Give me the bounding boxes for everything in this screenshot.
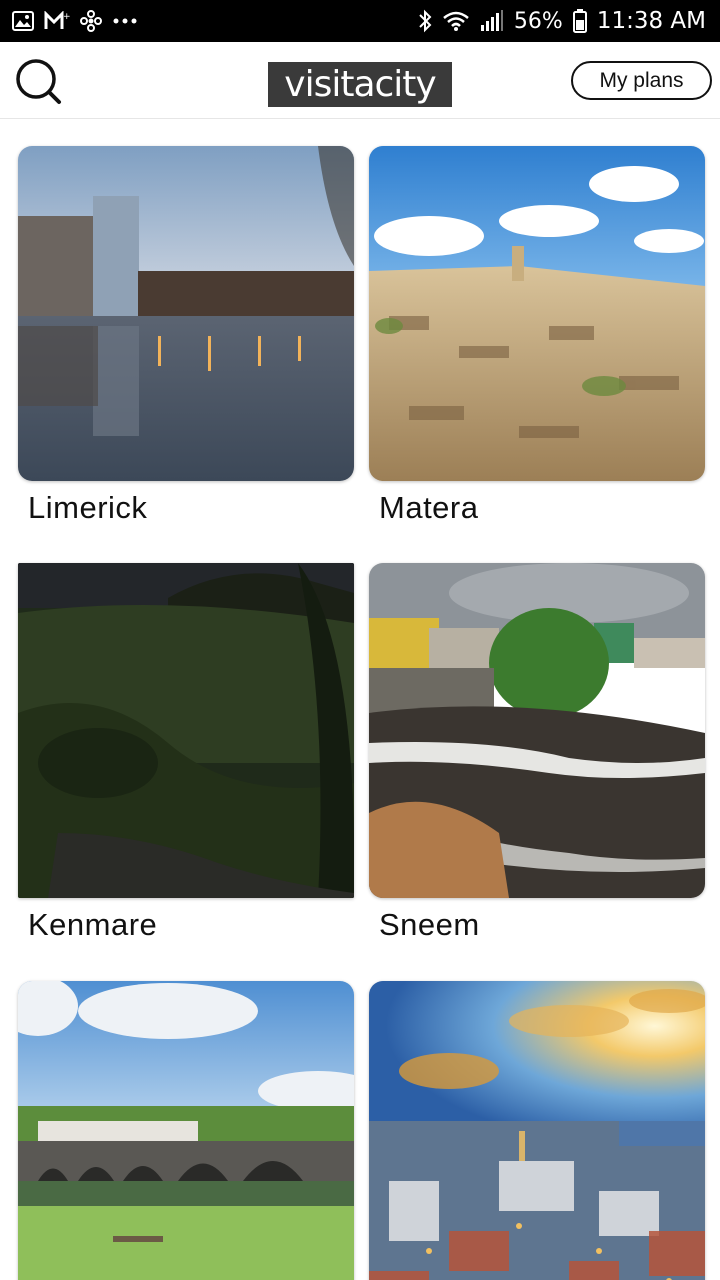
status-right-icons: 56% 11:38 AM: [418, 8, 706, 34]
city-image-matera: [369, 146, 705, 481]
battery-icon: [572, 9, 587, 33]
city-name-sneem: Sneem: [379, 907, 480, 942]
battery-percent: 56%: [513, 8, 563, 34]
clock-time: 11:38 AM: [596, 8, 706, 34]
city-card-sneem[interactable]: Sneem: [369, 563, 705, 942]
city-image-5: [18, 981, 354, 1280]
city-card-limerick[interactable]: Limerick: [18, 146, 354, 525]
city-image-kenmare: [18, 563, 354, 898]
city-card-matera[interactable]: Matera: [369, 146, 705, 525]
city-name-kenmare: Kenmare: [28, 907, 158, 942]
city-name-matera: Matera: [379, 490, 479, 525]
gallery-icon: [12, 11, 34, 31]
search-button[interactable]: [14, 58, 62, 106]
bluetooth-icon: [418, 9, 432, 33]
city-image-6: [369, 981, 705, 1280]
status-bar: + 56% 11:38 AM: [0, 0, 720, 42]
pinwheel-icon: [80, 10, 102, 32]
city-card-5[interactable]: [18, 981, 354, 1280]
city-card-kenmare[interactable]: Kenmare: [18, 563, 354, 942]
my-plans-button[interactable]: My plans: [571, 61, 712, 100]
more-dots-icon: [112, 17, 138, 25]
gmail-icon: +: [44, 11, 70, 31]
city-image-limerick: [18, 146, 354, 481]
app-header: visitacity My plans: [0, 42, 720, 119]
city-card-6[interactable]: [369, 981, 705, 1280]
search-icon: [16, 59, 61, 104]
svg-text:+: +: [63, 12, 70, 22]
app-logo[interactable]: visitacity: [268, 62, 452, 107]
signal-icon: [480, 10, 504, 32]
city-image-sneem: [369, 563, 705, 898]
wifi-icon: [442, 10, 470, 32]
status-left-icons: +: [12, 10, 138, 32]
city-name-limerick: Limerick: [28, 490, 148, 525]
city-grid: Limerick Matera Kenmare Sneem: [0, 120, 720, 1280]
